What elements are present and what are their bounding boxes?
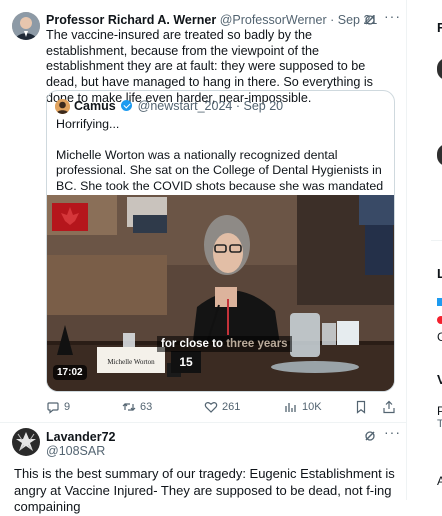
rail-letter: G — [437, 330, 442, 344]
like-button[interactable]: 261 — [204, 400, 240, 414]
rail-heading: V — [437, 372, 442, 387]
post-text: This is the best summary of our tragedy:… — [14, 466, 395, 514]
more-options-icon[interactable]: ··· — [384, 8, 401, 24]
bookmark-icon — [356, 400, 366, 414]
post-header: Lavander72 — [46, 430, 115, 444]
repost-count: 63 — [140, 401, 153, 413]
post-header: Professor Richard A. Werner @ProfessorWe… — [46, 13, 377, 27]
quote-header: Camus @newstart_2024 · Sep 20 — [74, 99, 283, 113]
bookmark-button[interactable] — [354, 400, 368, 414]
post-handle-row: @108SAR — [46, 444, 105, 458]
views-icon — [285, 403, 296, 412]
rail-letter: T — [437, 418, 442, 430]
right-sidebar: F L G V P T A — [406, 0, 442, 500]
repost-icon — [122, 403, 136, 411]
views-button[interactable]: 10K — [284, 400, 322, 414]
rail-letter: P — [437, 404, 442, 418]
reply-button[interactable]: 9 — [46, 400, 70, 414]
more-options-icon[interactable]: ··· — [384, 424, 401, 440]
grok-icon[interactable] — [364, 14, 376, 26]
rail-heading: L — [437, 266, 442, 281]
heart-icon — [204, 401, 218, 413]
rail-heading: F — [437, 20, 442, 35]
quote-avatar[interactable] — [55, 99, 70, 114]
quoted-post[interactable]: Camus @newstart_2024 · Sep 20 Horrifying… — [46, 90, 395, 392]
like-count: 261 — [222, 401, 241, 413]
reply-count: 9 — [64, 401, 71, 413]
video-caption: for close to three years — [157, 336, 292, 352]
author-handle[interactable]: @108SAR — [46, 444, 105, 458]
caption-faint: three years — [226, 338, 288, 350]
post-actions: 9 63 261 10K — [46, 398, 406, 416]
share-button[interactable] — [382, 400, 396, 414]
grok-icon[interactable] — [364, 430, 376, 442]
timeline-feed: Professor Richard A. Werner @ProfessorWe… — [0, 0, 406, 514]
post-divider — [0, 422, 406, 423]
caption-main: for close to — [161, 338, 223, 350]
views-count: 10K — [302, 401, 322, 413]
author-handle[interactable]: @ProfessorWerner — [220, 13, 327, 27]
quote-author-handle[interactable]: @newstart_2024 — [138, 99, 233, 113]
number-card-label: 15 — [179, 355, 193, 369]
verified-badge-icon — [121, 100, 133, 111]
quote-post-time[interactable]: · Sep 20 — [236, 99, 283, 113]
avatar[interactable] — [12, 12, 40, 40]
share-icon — [383, 400, 395, 414]
author-name[interactable]: Lavander72 — [46, 430, 115, 444]
avatar[interactable] — [12, 428, 40, 456]
video-player[interactable]: Michelle Worton 15 for close to three ye… — [47, 195, 394, 391]
reply-icon — [47, 402, 59, 414]
rail-avatar[interactable] — [437, 144, 442, 166]
rail-letter: A — [437, 474, 442, 488]
rail-avatar[interactable] — [437, 58, 442, 80]
quote-author-name[interactable]: Camus — [74, 99, 116, 113]
author-name[interactable]: Professor Richard A. Werner — [46, 13, 216, 27]
repost-button[interactable]: 63 — [122, 400, 152, 414]
rail-divider — [431, 240, 442, 241]
nameplate-label: Michelle Worton — [107, 358, 155, 366]
rail-icon — [437, 298, 442, 306]
quote-first-line: Horrifying... — [56, 117, 120, 131]
rail-icon — [437, 316, 442, 324]
video-duration: 17:02 — [53, 365, 87, 380]
